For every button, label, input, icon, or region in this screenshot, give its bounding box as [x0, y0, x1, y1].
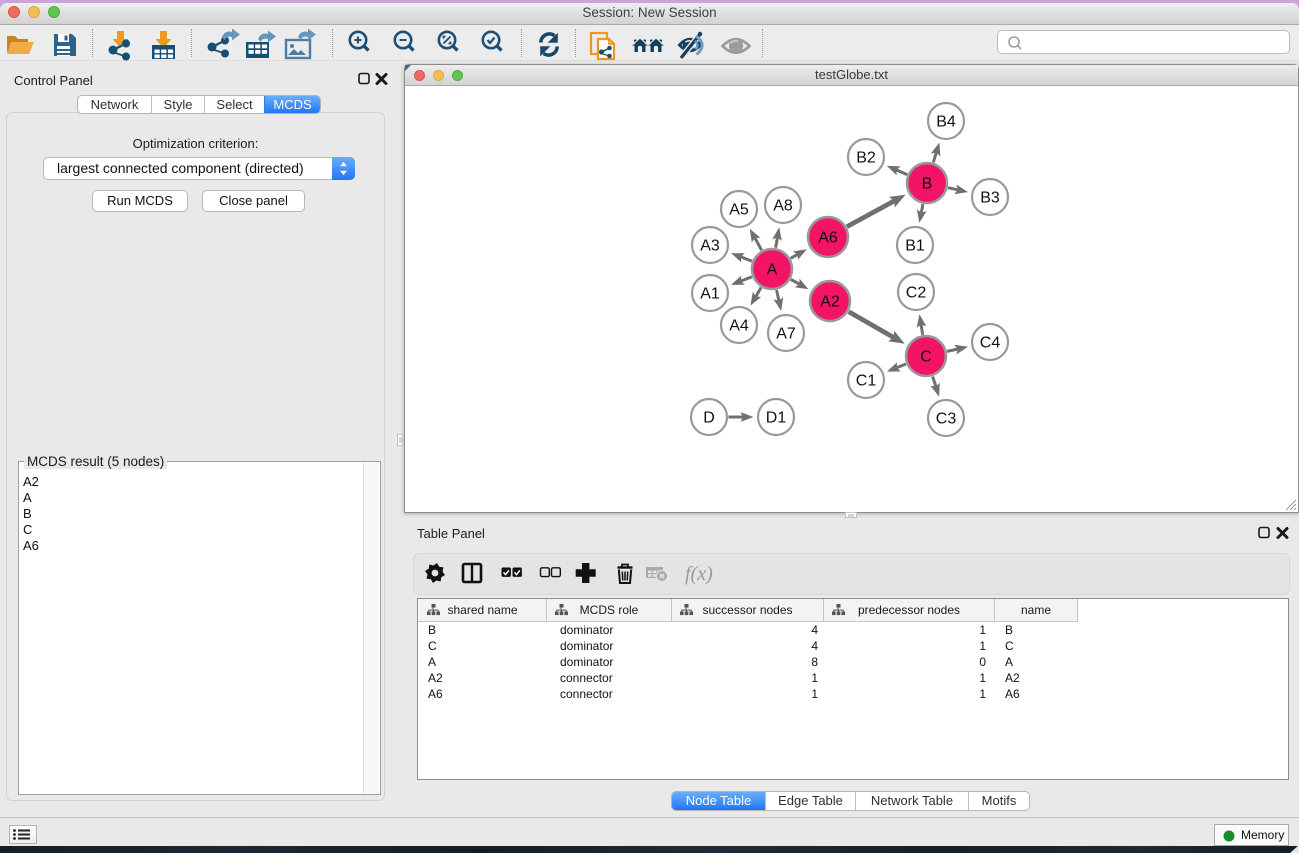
svg-text:C3: C3 [936, 411, 957, 428]
svg-text:f(x): f(x) [685, 563, 713, 585]
svg-text:A5: A5 [729, 202, 749, 219]
svg-text:C2: C2 [906, 285, 927, 302]
svg-text:D: D [703, 410, 715, 427]
svg-text:A7: A7 [776, 326, 796, 343]
svg-text:A4: A4 [729, 318, 749, 335]
svg-text:B1: B1 [905, 238, 925, 255]
svg-text:C: C [920, 349, 932, 366]
svg-text:A8: A8 [773, 198, 793, 215]
svg-text:A6: A6 [818, 230, 838, 247]
svg-text:A1: A1 [700, 286, 720, 303]
svg-text:A3: A3 [700, 238, 720, 255]
svg-text:A2: A2 [820, 294, 840, 311]
svg-text:C4: C4 [980, 335, 1001, 352]
svg-text:C1: C1 [856, 373, 877, 390]
svg-text:B: B [922, 176, 933, 193]
svg-text:D1: D1 [766, 410, 787, 427]
svg-text:B3: B3 [980, 190, 1000, 207]
svg-text:B4: B4 [936, 114, 956, 131]
svg-text:B2: B2 [856, 150, 876, 167]
svg-text:A: A [767, 262, 778, 279]
